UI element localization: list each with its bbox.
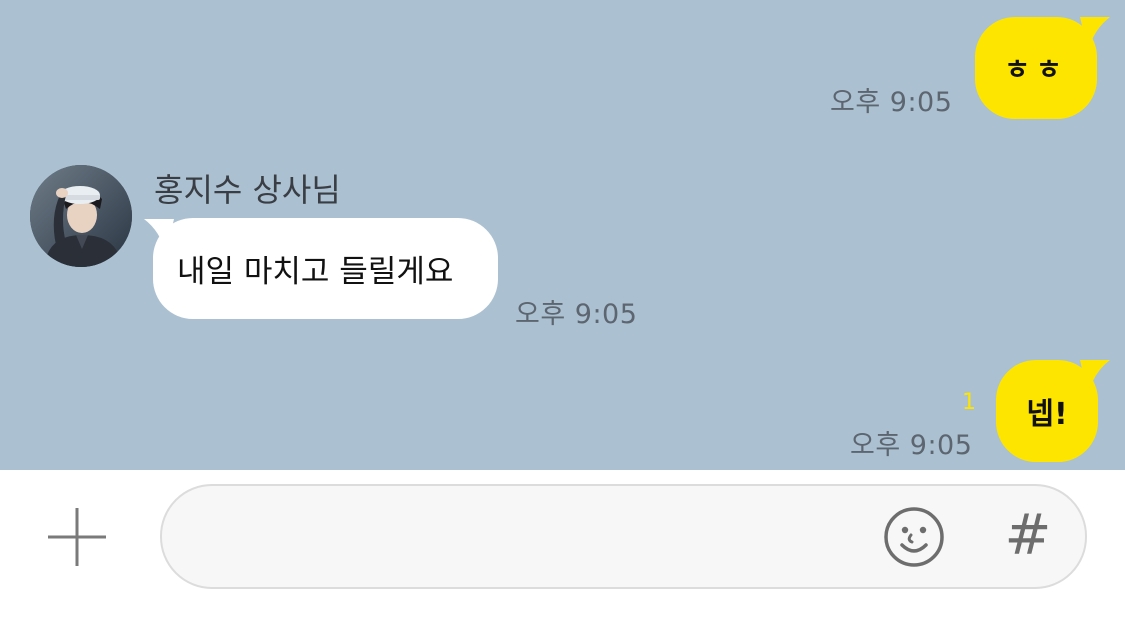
message-timestamp: 오후 9:05 — [830, 87, 953, 118]
unread-count-badge: 1 — [962, 390, 976, 415]
attach-button[interactable] — [40, 500, 114, 574]
their-message-bubble[interactable]: 내일 마치고 들릴게요 — [153, 218, 498, 319]
message-input[interactable] — [160, 484, 1087, 589]
emoji-button[interactable] — [882, 505, 946, 569]
bubble-tail-icon — [1080, 17, 1110, 51]
avatar[interactable] — [30, 165, 132, 267]
profile-photo-icon — [30, 165, 132, 267]
message-text: 넵! — [1026, 397, 1068, 432]
smiley-icon — [884, 507, 944, 567]
message-timestamp: 오후 9:05 — [515, 299, 638, 330]
message-timestamp: 오후 9:05 — [850, 430, 973, 461]
plus-icon — [48, 508, 106, 566]
chat-screen: 오후 9:05 ㅎㅎ 홍지수 상사님 내일 마치고 들릴게요 오후 9:05 1… — [0, 0, 1125, 629]
message-text: 내일 마치고 들릴게요 — [177, 254, 454, 290]
message-list[interactable]: 오후 9:05 ㅎㅎ 홍지수 상사님 내일 마치고 들릴게요 오후 9:05 1… — [0, 0, 1125, 470]
my-message-bubble[interactable]: ㅎㅎ — [975, 17, 1097, 119]
hashtag-search-button[interactable]: # — [1000, 503, 1056, 569]
message-text: ㅎㅎ — [1004, 53, 1068, 86]
bubble-tail-icon — [1080, 360, 1110, 394]
sender-name: 홍지수 상사님 — [154, 171, 341, 209]
